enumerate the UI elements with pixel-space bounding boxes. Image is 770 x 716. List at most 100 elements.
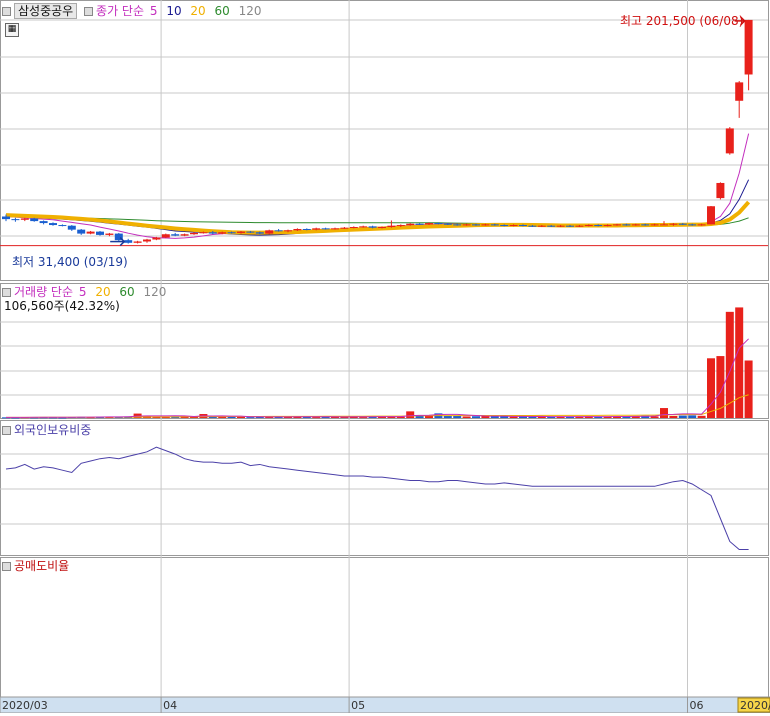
stock-title[interactable]: 삼성중공우 (14, 3, 78, 19)
candle-body (284, 230, 292, 232)
candle-body (133, 241, 142, 243)
candle-body (302, 228, 311, 230)
ma-settings-icon[interactable] (84, 7, 94, 16)
volume-bar (688, 415, 697, 418)
candle-body (641, 224, 650, 226)
candle-body (453, 224, 462, 226)
candle-body (208, 232, 217, 234)
price-legend: 삼성중공우 종가 단순 5 10 20 60 120 (2, 3, 262, 19)
candle-body (660, 224, 668, 226)
candle-body (603, 225, 612, 227)
candle-body (67, 225, 76, 230)
candle-body (349, 227, 358, 229)
candle-body (171, 234, 180, 236)
candle-body (697, 224, 706, 226)
candle-body (575, 225, 584, 227)
candle-body (274, 230, 283, 232)
candle-body (152, 237, 161, 240)
panel-toggle-icon[interactable] (2, 7, 11, 16)
candle-body (293, 228, 302, 231)
ma-legend-120: 120 (238, 4, 262, 18)
volume-bar (744, 360, 753, 418)
volume-bar (246, 417, 255, 419)
candle-body (678, 223, 687, 225)
short-settings-icon[interactable] (2, 562, 11, 571)
candle-body (462, 224, 471, 226)
panel-frame-3 (0, 557, 769, 698)
panel-frame-2 (0, 420, 769, 556)
volume-bar (528, 416, 537, 418)
volume-bar (462, 416, 471, 418)
low-annotation: 최저 31,400 (03/19) (12, 255, 128, 269)
vol-legend-60: 60 (119, 285, 135, 299)
candle-body (500, 225, 509, 227)
x-tick-label: 2020/03 (2, 699, 48, 712)
candle-body (490, 224, 499, 226)
candle-body (161, 234, 170, 238)
volume-bar (490, 416, 499, 418)
candle-body (537, 225, 546, 227)
volume-bar (735, 307, 744, 418)
candle-body (340, 227, 349, 229)
candle-body (744, 19, 753, 75)
ma-legend-10: 10 (166, 4, 182, 18)
candle-body (49, 223, 57, 226)
candle-body (387, 225, 396, 228)
candle-body (443, 223, 452, 225)
candle-body (669, 223, 678, 225)
table-grid-icon[interactable]: ▦ (5, 23, 19, 37)
volume-bar (660, 408, 668, 418)
candle-body (265, 230, 274, 234)
candle-body (584, 225, 593, 227)
volume-bar (406, 411, 415, 418)
volume-bar (678, 415, 687, 418)
candle-body (622, 224, 631, 226)
foreign-title: 외국인보유비중 (14, 423, 92, 437)
ma-legend-5: 5 (149, 4, 158, 18)
volume-bar (453, 416, 462, 418)
stock-chart: 2020/03 04 05 06 2020/ 삼성중공우 종가 단순 5 10 20 6… (0, 0, 770, 714)
candle-body (180, 234, 189, 236)
volume-bar (697, 415, 706, 418)
candle-body (735, 82, 744, 101)
candle-body (331, 228, 339, 230)
candle-body (406, 223, 415, 226)
x-tick-label: 2020/ (740, 699, 770, 712)
candle-body (396, 225, 405, 227)
candle-body (124, 240, 133, 243)
vol-legend-20: 20 (95, 285, 111, 299)
candle-body (39, 221, 48, 224)
candle-body (631, 224, 640, 226)
candle-body (11, 219, 20, 221)
vol-legend-5: 5 (78, 285, 87, 299)
candle-body (509, 225, 518, 227)
candle-body (20, 218, 29, 220)
candle-body (237, 231, 245, 233)
candle-body (613, 224, 621, 226)
candle-body (312, 228, 321, 230)
candle-body (105, 233, 114, 235)
candle-body (77, 229, 86, 234)
candle-body (359, 226, 368, 228)
candle-body (246, 231, 255, 233)
x-tick-label: 06 (690, 699, 704, 712)
candle-body (415, 223, 424, 225)
candle-body (378, 227, 386, 229)
x-tick-label: 04 (163, 699, 177, 712)
chart-canvas: 2020/03 04 05 06 2020/ (0, 0, 770, 714)
candle-body (2, 216, 10, 220)
candle-body (58, 225, 67, 227)
candle-body (368, 226, 377, 228)
candle-body (725, 128, 734, 154)
candle-body (227, 232, 236, 234)
candle-body (30, 218, 39, 222)
volume-legend: 거래량 단순 5 20 60 120 (2, 285, 166, 299)
candle-body (556, 225, 565, 227)
volume-settings-icon[interactable] (2, 288, 11, 297)
volume-bar (227, 416, 236, 418)
candle-body (547, 225, 556, 227)
foreign-settings-icon[interactable] (2, 426, 11, 435)
candle-body (199, 232, 208, 234)
x-axis-bar (0, 696, 770, 714)
candle-body (707, 206, 715, 225)
